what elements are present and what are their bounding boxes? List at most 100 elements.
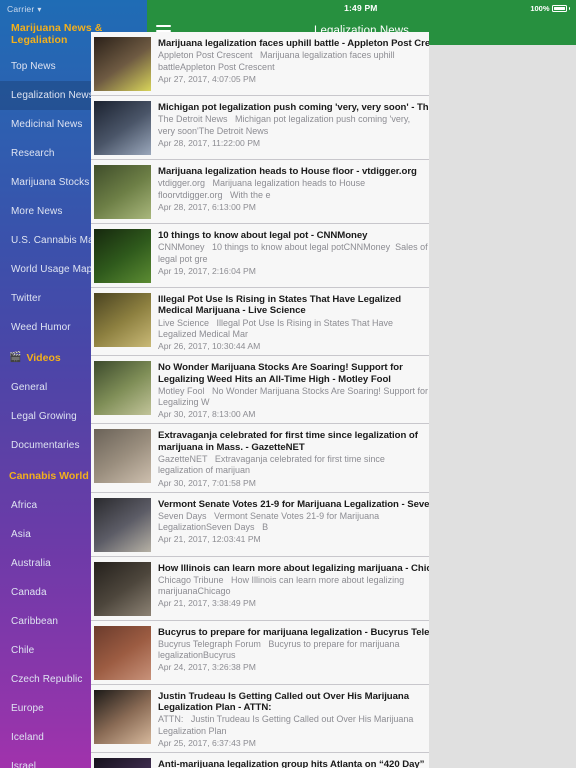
news-text-block: Illegal Pot Use Is Rising in States That… (158, 293, 429, 351)
news-list-item[interactable]: Vermont Senate Votes 21-9 for Marijuana … (91, 492, 429, 557)
sidebar-item-label: Canada (11, 587, 47, 598)
news-text-block: Extravaganja celebrated for first time s… (158, 429, 429, 487)
news-date: Apr 21, 2017, 3:38:49 PM (158, 598, 256, 609)
news-date: Apr 21, 2017, 12:03:41 PM (158, 534, 261, 545)
news-thumbnail (94, 757, 151, 768)
news-thumbnail (94, 101, 151, 155)
news-list-item[interactable]: Illegal Pot Use Is Rising in States That… (91, 288, 429, 357)
sidebar-item-label: World Usage Map (11, 264, 93, 275)
news-text-block: Marijuana legalization faces uphill batt… (158, 37, 429, 91)
news-date: Apr 19, 2017, 2:16:04 PM (158, 265, 256, 276)
news-title: Marijuana legalization faces uphill batt… (158, 38, 429, 49)
news-list-item[interactable]: How Illinois can learn more about legali… (91, 556, 429, 621)
news-list-item[interactable]: Bucyrus to prepare for marijuana legaliz… (91, 620, 429, 685)
news-thumbnail (94, 361, 151, 416)
news-description: Live Science Illegal Pot Use Is Rising i… (158, 317, 393, 340)
carrier-label: Carrier (7, 4, 35, 14)
news-list[interactable]: Marijuana legalization faces uphill batt… (91, 32, 429, 768)
news-description: Appleton Post Crescent Marijuana legaliz… (158, 50, 395, 72)
news-thumbnail (94, 689, 151, 744)
news-list-item[interactable]: Justin Trudeau Is Getting Called out Ove… (91, 684, 429, 753)
news-date: Apr 28, 2017, 6:13:00 PM (158, 201, 256, 212)
news-description: vtdigger.org Marijuana legalization head… (158, 178, 366, 200)
sidebar-item-label: Australia (11, 558, 51, 569)
news-text-block: How Illinois can learn more about legali… (158, 562, 429, 616)
news-text-block: Vermont Senate Votes 21-9 for Marijuana … (158, 498, 429, 552)
news-thumbnail (94, 165, 151, 219)
news-title: Anti-marijuana legalization group hits A… (158, 758, 425, 768)
sidebar-item-label: Legalization News (11, 90, 94, 101)
news-description: ATTN: Justin Trudeau Is Getting Called o… (158, 714, 414, 736)
clock-label: 1:49 PM (344, 3, 378, 13)
news-list-item[interactable]: Michigan pot legalization push coming 'v… (91, 96, 429, 160)
news-text-block: 10 things to know about legal pot - CNNM… (158, 229, 429, 283)
news-list-item[interactable]: 10 things to know about legal pot - CNNM… (91, 224, 429, 288)
sidebar-item-label: Medicinal News (11, 119, 83, 130)
news-description: Motley Fool No Wonder Marijuana Stocks A… (158, 386, 428, 408)
news-list-item[interactable]: Extravaganja celebrated for first time s… (91, 424, 429, 493)
status-bar-left: Carrier ▾ (0, 0, 147, 16)
news-thumbnail (94, 293, 151, 347)
news-date: Apr 24, 2017, 3:26:38 PM (158, 662, 256, 673)
news-description: Seven Days Vermont Senate Votes 21-9 for… (158, 511, 380, 533)
battery-percent-label: 100% (530, 3, 550, 13)
sidebar-item-label: U.S. Cannabis Map (11, 235, 100, 246)
news-title: No Wonder Marijuana Stocks Are Soaring! … (158, 362, 403, 385)
sidebar-section-videos-label: Videos (26, 351, 61, 364)
news-description: Chicago Tribune How Illinois can learn m… (158, 575, 405, 597)
news-title: 10 things to know about legal pot - CNNM… (158, 230, 368, 241)
wifi-icon: ▾ (37, 4, 42, 14)
news-thumbnail (94, 561, 151, 616)
sidebar-item-label: Top News (11, 61, 56, 72)
sidebar-item-label: Czech Republic (11, 674, 83, 685)
sidebar-item-label: Marijuana Stocks (11, 177, 90, 188)
news-text-block: Anti-marijuana legalization group hits A… (158, 758, 429, 768)
sidebar-item-label: Legal Growing (11, 411, 77, 422)
news-thumbnail (94, 37, 151, 91)
news-title: Marijuana legalization heads to House fl… (158, 166, 417, 177)
news-thumbnail (94, 625, 151, 680)
news-list-item[interactable]: No Wonder Marijuana Stocks Are Soaring! … (91, 356, 429, 425)
news-date: Apr 27, 2017, 4:07:05 PM (158, 73, 256, 84)
news-date: Apr 30, 2017, 8:13:00 AM (158, 409, 256, 420)
news-date: Apr 28, 2017, 11:22:00 PM (158, 137, 261, 148)
app-root: Carrier ▾ Marijuana News & Legaliation T… (0, 0, 576, 768)
news-title: Vermont Senate Votes 21-9 for Marijuana … (158, 498, 429, 510)
news-list-item[interactable]: Marijuana legalization heads to House fl… (91, 160, 429, 224)
sidebar-item-label: Caribbean (11, 616, 59, 627)
sidebar-item-label: Twitter (11, 293, 42, 304)
news-title: How Illinois can learn more about legali… (158, 562, 429, 574)
news-text-block: Justin Trudeau Is Getting Called out Ove… (158, 690, 429, 748)
sidebar-item-label: Africa (11, 500, 38, 511)
sidebar-item-label: Research (11, 148, 55, 159)
status-bar-right: 1:49 PM 100% (147, 0, 576, 16)
news-date: Apr 25, 2017, 6:37:43 PM (158, 737, 256, 748)
news-text-block: Bucyrus to prepare for marijuana legaliz… (158, 626, 429, 680)
news-thumbnail (94, 497, 151, 552)
news-list-item[interactable]: Anti-marijuana legalization group hits A… (91, 752, 429, 768)
battery-indicator: 100% (530, 4, 570, 13)
sidebar-item-label: Asia (11, 529, 31, 540)
news-text-block: Michigan pot legalization push coming 'v… (158, 101, 429, 155)
news-text-block: Marijuana legalization heads to House fl… (158, 165, 429, 219)
news-title: Bucyrus to prepare for marijuana legaliz… (158, 626, 429, 638)
news-text-block: No Wonder Marijuana Stocks Are Soaring! … (158, 361, 429, 419)
news-title: Extravaganja celebrated for first time s… (158, 430, 418, 453)
news-date: Apr 30, 2017, 7:01:58 PM (158, 477, 256, 488)
news-date: Apr 26, 2017, 10:30:44 AM (158, 341, 261, 352)
news-thumbnail (94, 229, 151, 283)
news-list-item[interactable]: Marijuana legalization faces uphill batt… (91, 32, 429, 96)
news-title: Michigan pot legalization push coming 'v… (158, 102, 429, 113)
sidebar-item-label: Europe (11, 703, 44, 714)
sidebar-item-label: Weed Humor (11, 322, 71, 333)
news-title: Illegal Pot Use Is Rising in States That… (158, 294, 402, 317)
news-description: CNNMoney 10 things to know about legal p… (158, 242, 428, 264)
sidebar-item-label: Chile (11, 645, 35, 656)
news-thumbnail (94, 429, 151, 484)
news-description: GazetteNET Extravaganja celebrated for f… (158, 454, 385, 476)
news-description: The Detroit News Michigan pot legalizati… (158, 114, 411, 136)
sidebar-item-label: Iceland (11, 732, 44, 743)
sidebar-item-label: Documentaries (11, 440, 80, 451)
sidebar-item-label: Israel (11, 761, 37, 768)
news-title: Justin Trudeau Is Getting Called out Ove… (158, 690, 410, 714)
